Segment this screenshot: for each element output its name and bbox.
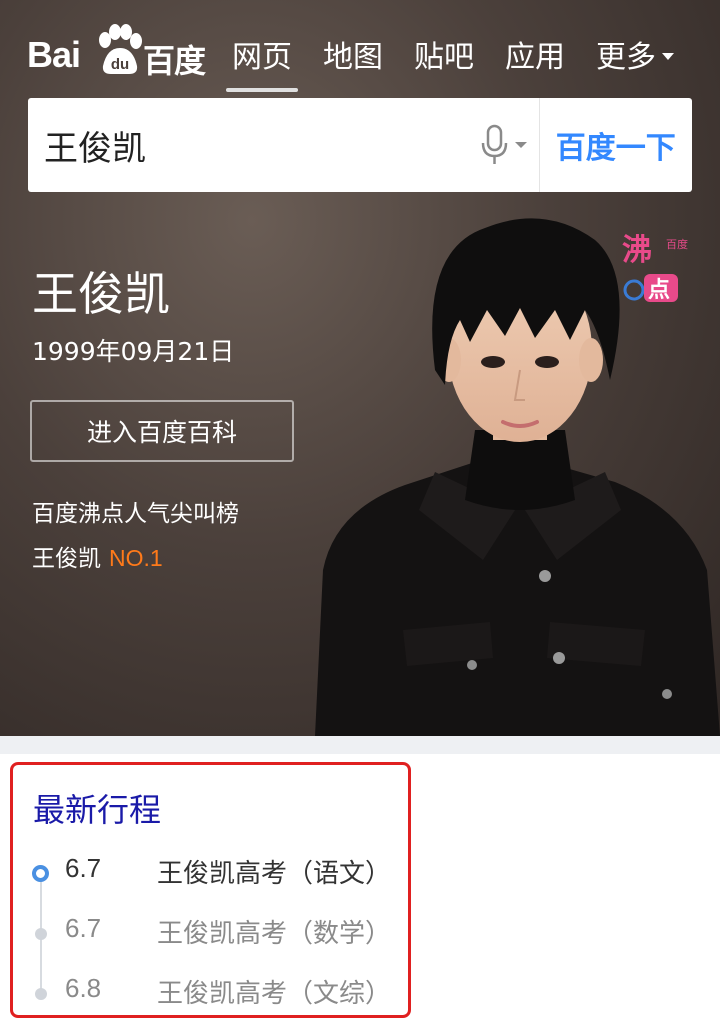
timeline-dot-icon <box>35 928 47 940</box>
schedule-date: 6.7 <box>65 853 102 883</box>
search-input[interactable] <box>28 98 468 192</box>
schedule-date: 6.7 <box>65 913 102 943</box>
nav-tab-tieba[interactable]: 贴吧 <box>414 32 474 86</box>
timeline-dot-active-icon <box>32 865 49 882</box>
schedule-item[interactable]: 6.8 王俊凯高考（文综） <box>13 973 408 1013</box>
chevron-down-icon <box>662 52 674 60</box>
search-button[interactable]: 百度一下 <box>540 123 692 167</box>
logo-paw-text: du <box>111 56 129 73</box>
top-nav: 网页 地图 贴吧 应用 更多 <box>226 32 705 92</box>
nav-more-label: 更多 <box>596 40 656 75</box>
logo-text-cn: 百度 <box>143 42 206 80</box>
rank-name: 王俊凯 <box>32 546 101 572</box>
schedule-title[interactable]: 最新行程 <box>33 785 161 831</box>
feidian-badge: 沸 百度 点 <box>620 226 690 308</box>
search-box: 百度一下 <box>28 98 692 192</box>
hero-card: Bai du 百度 网页 地图 贴吧 应用 更多 王俊凯 百度一下 王俊凯 19… <box>0 0 720 736</box>
schedule-date: 6.8 <box>65 973 102 1003</box>
paw-icon: du <box>99 24 142 74</box>
schedule-event: 王俊凯高考（文综） <box>157 979 392 1009</box>
svg-text:点: 点 <box>648 277 670 303</box>
schedule-item[interactable]: 6.7 王俊凯高考（语文） <box>13 853 408 893</box>
section-divider <box>0 736 720 754</box>
rank-line: 王俊凯 NO.1 <box>32 539 163 573</box>
rank-title: 百度沸点人气尖叫榜 <box>32 501 239 527</box>
schedule-event: 王俊凯高考（语文） <box>157 859 392 889</box>
timeline-dot-icon <box>35 988 47 1000</box>
person-name: 王俊凯 <box>32 267 170 321</box>
svg-text:百度: 百度 <box>666 237 688 251</box>
feidian-logo-icon: 沸 百度 点 <box>622 233 688 303</box>
svg-text:沸: 沸 <box>622 233 652 268</box>
schedule-event: 王俊凯高考（数学） <box>157 919 392 949</box>
nav-tab-web[interactable]: 网页 <box>226 32 298 92</box>
microphone-icon <box>482 124 528 164</box>
latest-schedule-card: 最新行程 6.7 王俊凯高考（语文） 6.7 王俊凯高考（数学） 6.8 王俊凯… <box>10 762 411 1018</box>
voice-search-button[interactable] <box>468 98 540 192</box>
nav-tab-apps[interactable]: 应用 <box>505 32 565 86</box>
nav-tab-map[interactable]: 地图 <box>323 32 383 86</box>
schedule-item[interactable]: 6.7 王俊凯高考（数学） <box>13 913 408 953</box>
person-birthdate: 1999年09月21日 <box>32 337 235 366</box>
nav-tab-more[interactable]: 更多 <box>596 32 674 86</box>
logo-text-en: Bai <box>27 34 81 75</box>
rank-number: NO.1 <box>109 545 163 571</box>
baike-button[interactable]: 进入百度百科 <box>30 400 294 462</box>
